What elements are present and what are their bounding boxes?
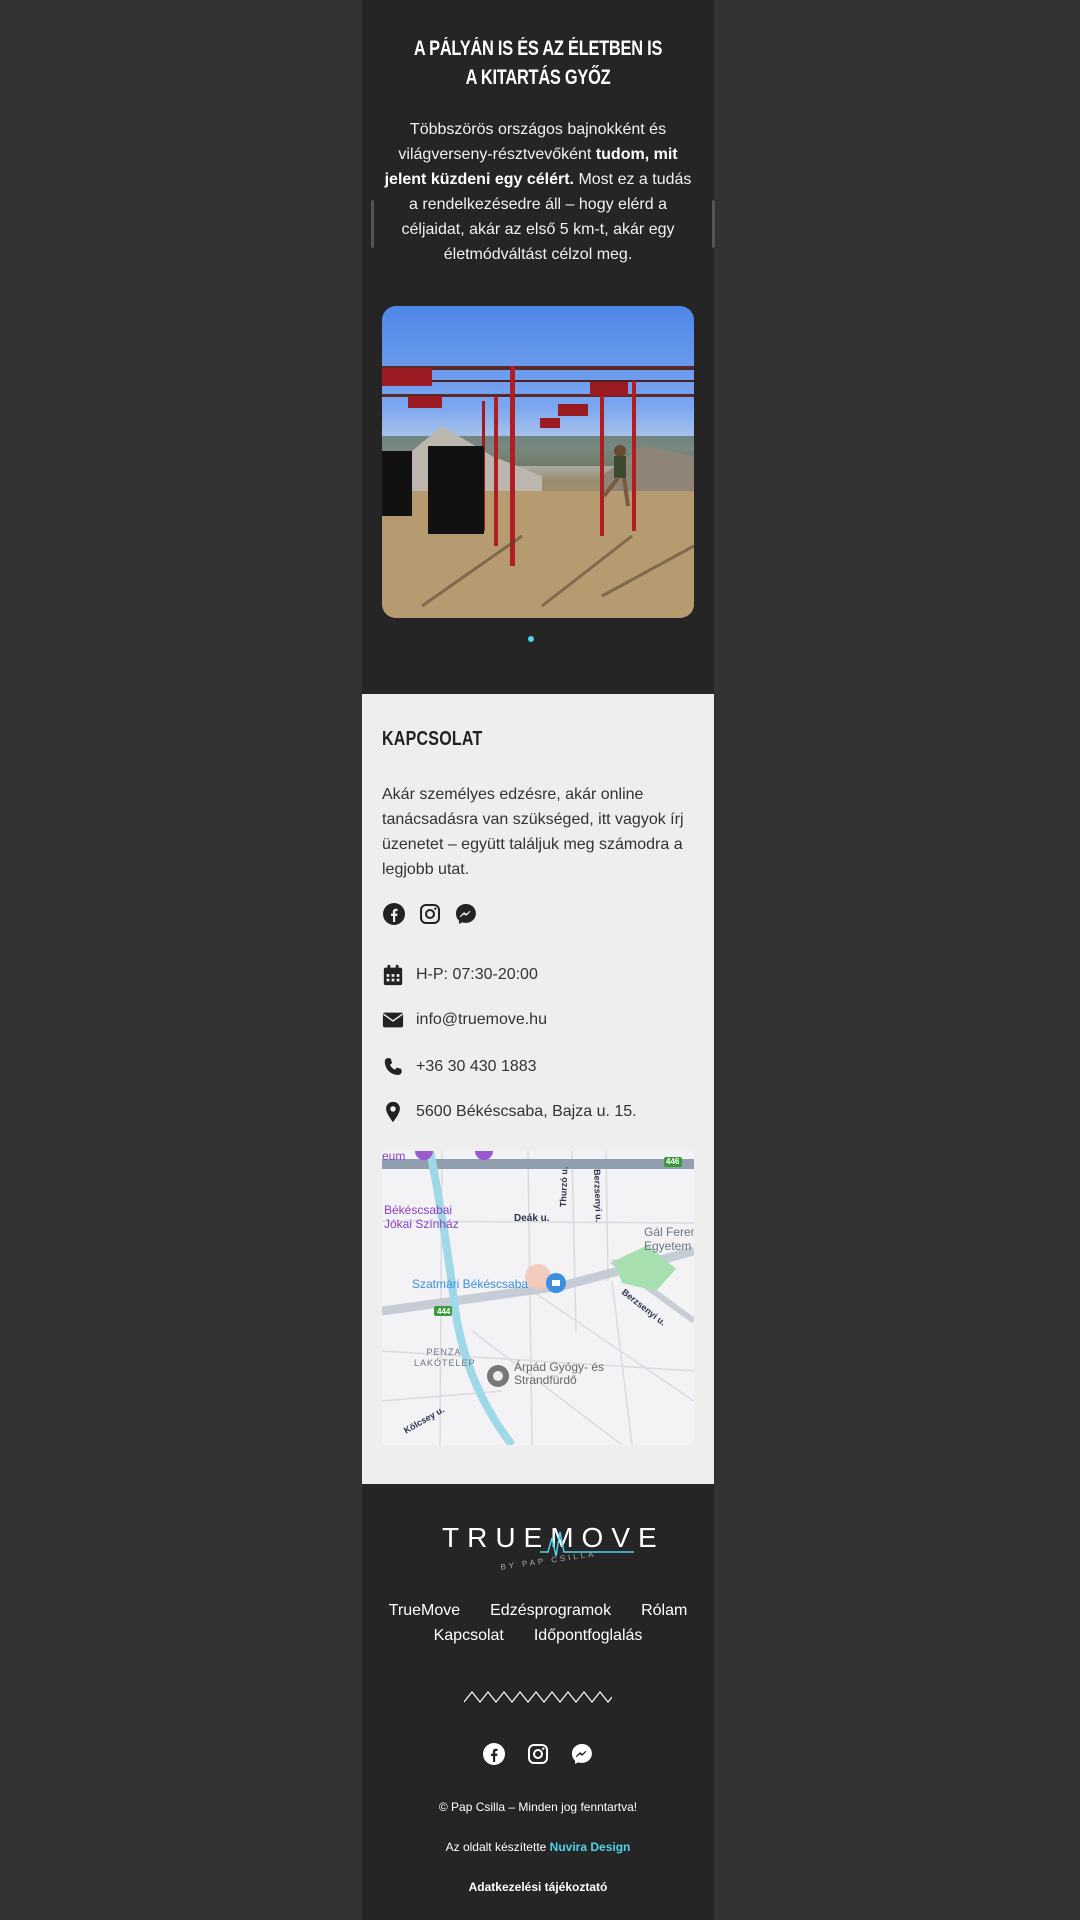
footer-nav: TrueMove Edzésprogramok Rólam Kapcsolat …	[362, 1598, 714, 1648]
facebook-icon[interactable]	[482, 1742, 506, 1766]
instagram-icon[interactable]	[418, 902, 442, 926]
address-row: 5600 Békéscsaba, Bajza u. 15.	[382, 1101, 637, 1123]
calendar-icon	[383, 964, 403, 986]
map-label-gal: Gál Ferenc Egyetem	[644, 1225, 694, 1253]
nuvira-design-link[interactable]: Nuvira Design	[550, 1840, 631, 1854]
contact-text: Akár személyes edzésre, akár online taná…	[382, 786, 684, 878]
made-by-line: Az oldalt készítette Nuvira Design	[362, 1840, 714, 1854]
address-text: 5600 Békéscsaba, Bajza u. 15.	[416, 1103, 637, 1120]
slider-dot-active[interactable]	[528, 636, 534, 642]
messenger-icon[interactable]	[454, 902, 478, 926]
map-pin-icon	[386, 1101, 400, 1123]
footer: TRUEMOVE BY PAP CSILLA TrueMove Edzéspro…	[362, 1484, 714, 1920]
contact-section: KAPCSOLAT Akár személyes edzésre, akár o…	[362, 694, 714, 1484]
map-label-berzsenyi-top: Berzsenyi u.	[592, 1169, 604, 1223]
email-link[interactable]: info@truemove.hu	[416, 1011, 547, 1029]
hero-text: Többszörös országos bajnokként és világv…	[380, 117, 696, 267]
map-label-szatmari: Szatmári Békéscsaba	[412, 1277, 529, 1291]
phone-icon	[384, 1058, 402, 1075]
phone-row[interactable]: +36 30 430 1883	[382, 1056, 537, 1078]
slider-next-handle[interactable]	[712, 200, 715, 248]
instagram-icon[interactable]	[526, 1742, 550, 1766]
footer-socials	[362, 1742, 714, 1766]
map-label-446: 446	[666, 1157, 680, 1166]
footer-nav-booking[interactable]: Időpontfoglalás	[534, 1623, 643, 1648]
zigzag-divider	[464, 1691, 612, 1703]
privacy-link[interactable]: Adatkezelési tájékoztató	[362, 1880, 714, 1894]
hours-text: H-P: 07:30-20:00	[416, 966, 538, 983]
hero-section: A PÁLYÁN IS ÉS AZ ÉLETBEN IS A KITARTÁS …	[362, 0, 715, 694]
map-label-deak: Deák u.	[514, 1213, 550, 1224]
messenger-icon[interactable]	[570, 1742, 594, 1766]
footer-nav-programs[interactable]: Edzésprogramok	[490, 1598, 611, 1623]
map-label-theatre: Békéscsabai Jókai Színház	[384, 1203, 459, 1231]
map-roads	[382, 1151, 694, 1445]
phone-link[interactable]: +36 30 430 1883	[416, 1058, 537, 1076]
map-label-arpad: Árpád Gyógy- és Strandfürdő	[514, 1360, 605, 1387]
contact-title: KAPCSOLAT	[382, 728, 483, 750]
slider-prev-handle[interactable]	[371, 200, 374, 248]
obstacle-course-photo	[382, 306, 694, 618]
made-by-prefix: Az oldalt készítette	[445, 1840, 550, 1854]
map-label-444: 444	[437, 1307, 451, 1316]
footer-nav-truemove[interactable]: TrueMove	[389, 1598, 460, 1623]
facebook-icon[interactable]	[382, 902, 406, 926]
map-label-eum: eum	[382, 1151, 406, 1163]
footer-nav-about[interactable]: Rólam	[641, 1598, 687, 1623]
envelope-icon	[382, 1012, 404, 1028]
map-label-penza: PENZA LAKÓTELEP	[414, 1347, 476, 1368]
hero-title: A PÁLYÁN IS ÉS AZ ÉLETBEN IS A KITARTÁS …	[413, 37, 663, 89]
footer-nav-contact[interactable]: Kapcsolat	[434, 1623, 504, 1648]
truemove-logo[interactable]: TRUEMOVE BY PAP CSILLA	[442, 1522, 657, 1574]
photo-illustration	[382, 366, 694, 618]
map-label-thurzo: Thurzó u.	[558, 1166, 570, 1208]
copyright-text: © Pap Csilla – Minden jog fenntartva!	[438, 1800, 638, 1814]
email-row[interactable]: info@truemove.hu	[382, 1009, 547, 1031]
contact-socials	[382, 902, 478, 926]
location-map[interactable]: eum Békéscsabai Jókai Színház Deák u. Th…	[382, 1151, 694, 1445]
hours-row: H-P: 07:30-20:00	[382, 964, 538, 986]
